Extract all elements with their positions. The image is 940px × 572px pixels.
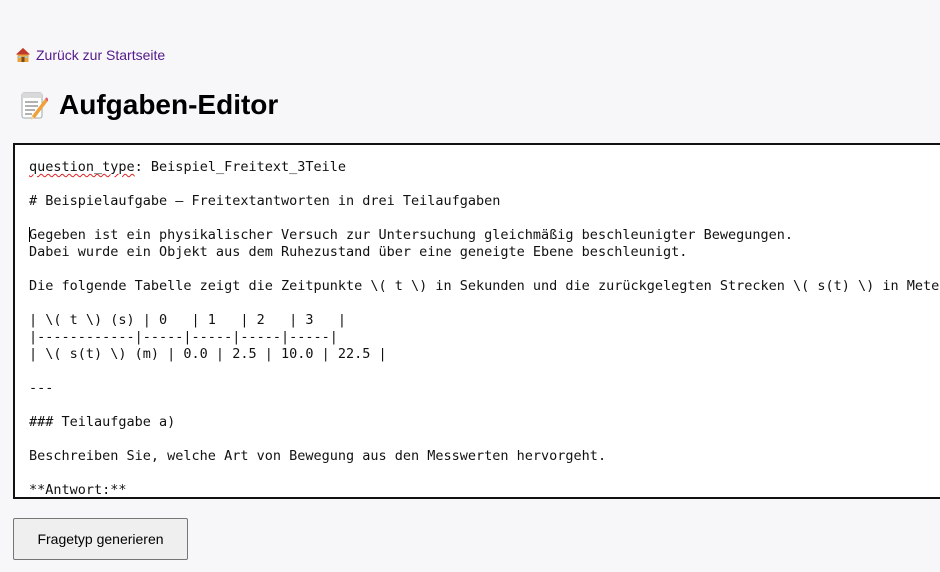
page-title: Aufgaben-Editor — [59, 89, 279, 120]
question-editor-textarea[interactable]: question_type: Beispiel_Freitext_3Teile … — [13, 143, 940, 499]
editor-line: | \( t \) (s) | 0 | 1 | 2 | 3 | — [29, 312, 346, 328]
editor-line: **Antwort:** — [29, 482, 127, 498]
editor-line: # Beispielaufgabe – Freitextantworten in… — [29, 193, 501, 209]
editor-line: --- — [29, 380, 54, 396]
spellcheck-flagged-word: question_type — [29, 159, 135, 175]
editor-line: |------------|-----|-----|-----|-----| — [29, 329, 338, 345]
editor-line: Beschreiben Sie, welche Art von Bewegung… — [29, 448, 607, 464]
generate-question-type-button[interactable]: Fragetyp generieren — [13, 518, 188, 560]
editor-content[interactable]: question_type: Beispiel_Freitext_3Teile … — [15, 145, 940, 498]
editor-line: | \( s(t) \) (m) | 0.0 | 2.5 | 10.0 | 22… — [29, 346, 387, 362]
text-caret — [29, 227, 30, 242]
editor-line: Die folgende Tabelle zeigt die Zeitpunkt… — [29, 278, 940, 294]
back-to-home-link[interactable]: Zurück zur Startseite — [15, 47, 165, 63]
editor-line: question_type: Beispiel_Freitext_3Teile — [29, 159, 346, 175]
back-link-label[interactable]: Zurück zur Startseite — [36, 47, 165, 63]
house-icon — [15, 47, 31, 63]
page-header: Aufgaben-Editor — [20, 88, 278, 122]
editor-line: ### Teilaufgabe a) — [29, 414, 176, 430]
memo-icon — [20, 90, 49, 120]
editor-line: Dabei wurde ein Objekt aus dem Ruhezusta… — [29, 244, 688, 260]
editor-line: Gegeben ist ein physikalischer Versuch z… — [29, 227, 794, 243]
